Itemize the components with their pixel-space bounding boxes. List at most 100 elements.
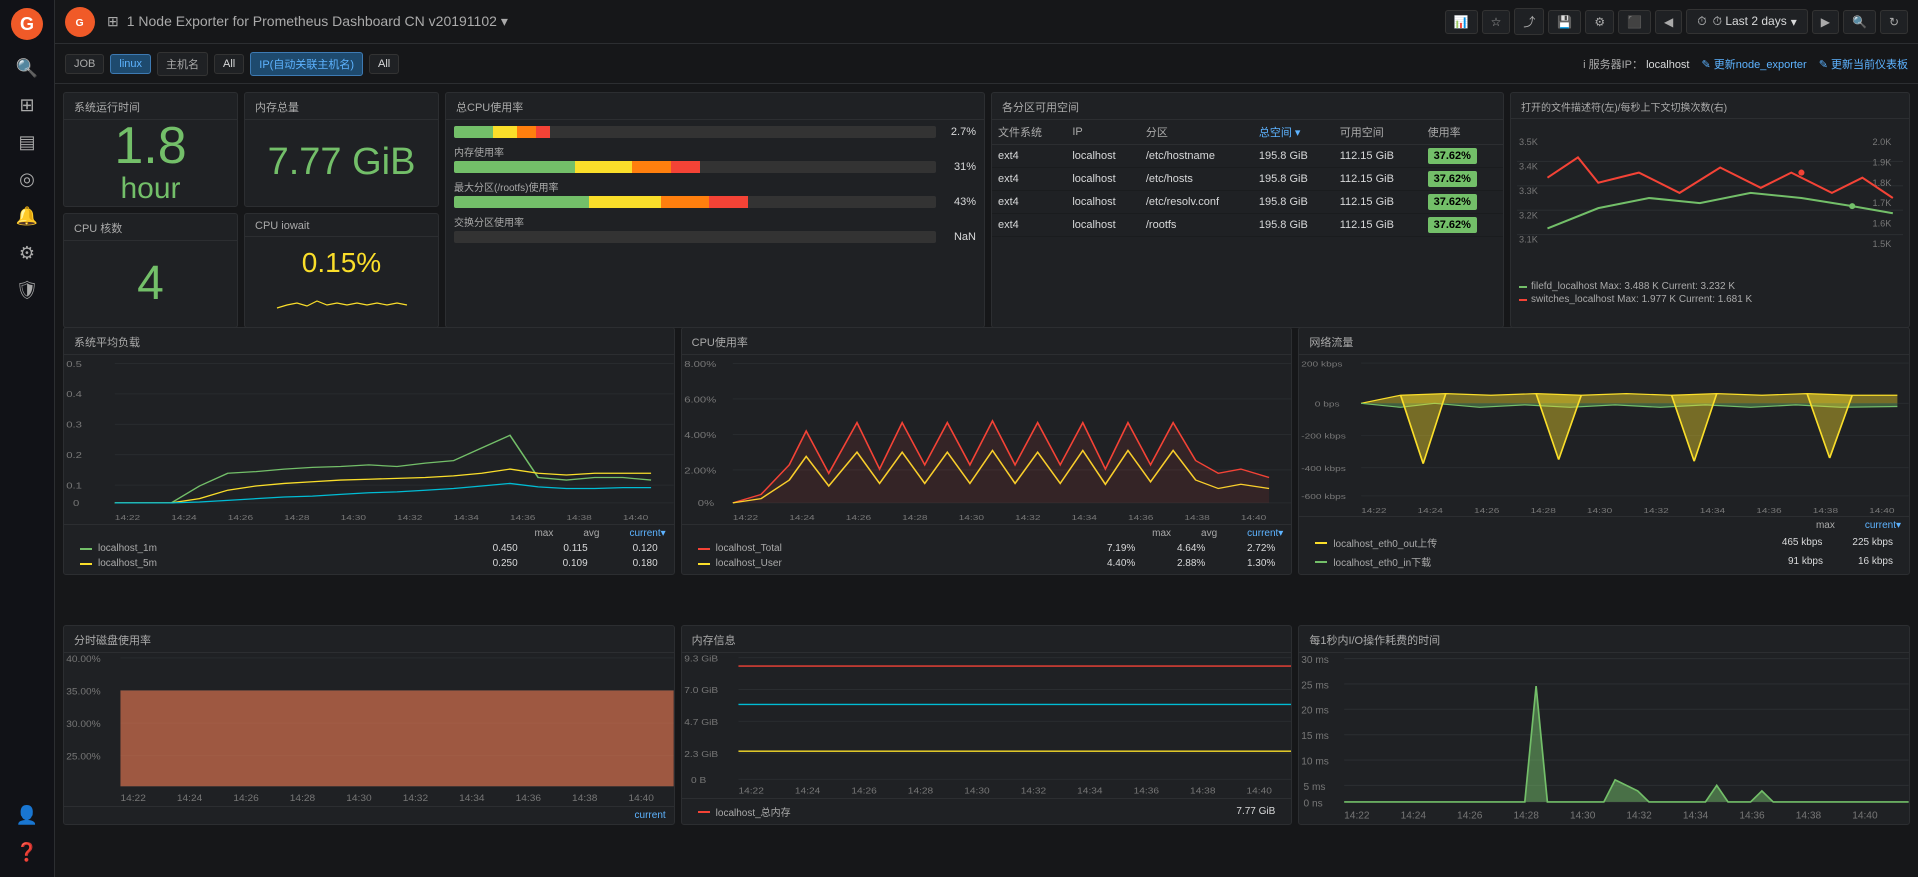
sidebar-search[interactable]: 🔍 — [7, 52, 47, 85]
search-button[interactable]: 🔍 — [1843, 10, 1876, 34]
memory-usage-label: 内存使用率 — [454, 144, 976, 159]
node-exporter-link[interactable]: ✎ 更新node_exporter — [1702, 56, 1807, 72]
svg-text:7.0 GiB: 7.0 GiB — [684, 686, 718, 695]
sidebar-home[interactable]: ⊞ — [7, 89, 47, 122]
memory-info-panel: 内存信息 9.3 GiB 7.0 GiB 4.7 GiB 2.3 GiB 0 B… — [681, 625, 1293, 825]
svg-text:2.0K: 2.0K — [1873, 137, 1892, 147]
svg-text:0.1: 0.1 — [66, 482, 82, 491]
svg-text:14:30: 14:30 — [1587, 506, 1613, 514]
svg-text:14:38: 14:38 — [1190, 786, 1215, 795]
settings-button[interactable]: ⚙ — [1585, 10, 1614, 34]
back-time-button[interactable]: ◀ — [1655, 10, 1682, 34]
server-ip-value: localhost — [1646, 59, 1689, 71]
table-row: ext4localhost/etc/hostname195.8 GiB112.1… — [992, 145, 1503, 168]
job-select[interactable]: linux — [110, 54, 151, 74]
svg-text:14:40: 14:40 — [1853, 811, 1879, 822]
sidebar-shield[interactable]: 🛡 — [7, 274, 47, 307]
svg-text:14:34: 14:34 — [1071, 513, 1096, 521]
col-total[interactable]: 总空间 ▾ — [1253, 120, 1334, 145]
time-range-button[interactable]: ⏱ ⏱ Last 2 days ▾ — [1686, 9, 1807, 34]
svg-text:40.00%: 40.00% — [66, 654, 101, 664]
svg-text:0.4: 0.4 — [66, 390, 82, 399]
file-descriptors-title: 打开的文件描述符(左)/每秒上下文切换次数(右) — [1511, 93, 1909, 119]
svg-text:G: G — [76, 16, 84, 28]
sidebar-explore[interactable]: ◎ — [7, 163, 47, 196]
refresh-button[interactable]: ↻ — [1880, 10, 1908, 34]
add-panel-button[interactable]: 📊 — [1445, 10, 1478, 34]
svg-text:14:34: 14:34 — [1700, 506, 1726, 514]
col2-group: 内存总量 7.77 GiB CPU iowait 0.15% — [244, 92, 439, 328]
disk-title: 分时磁盘使用率 — [64, 626, 674, 653]
sidebar-help[interactable]: ❓ — [7, 836, 47, 869]
svg-text:35.00%: 35.00% — [66, 687, 101, 697]
svg-text:14:36: 14:36 — [510, 513, 535, 521]
svg-text:14:28: 14:28 — [290, 794, 315, 804]
svg-text:14:24: 14:24 — [1418, 506, 1444, 514]
series-upload: localhost_eth0_out上传 465 kbps 225 kbps — [1307, 533, 1901, 552]
io-time-panel: 每1秒内I/O操作耗费的时间 30 ms 25 ms 20 ms 15 ms 1… — [1298, 625, 1910, 825]
svg-text:14:30: 14:30 — [964, 786, 989, 795]
svg-text:14:26: 14:26 — [1474, 506, 1500, 514]
svg-text:3.2K: 3.2K — [1519, 210, 1538, 220]
share-button[interactable]: ⤴ — [1514, 8, 1544, 35]
svg-text:14:36: 14:36 — [1740, 811, 1766, 822]
svg-text:14:26: 14:26 — [228, 513, 253, 521]
col-available[interactable]: 可用空间 — [1334, 120, 1422, 145]
network-title: 网络流量 — [1299, 328, 1909, 355]
memory-bar — [454, 161, 936, 173]
svg-text:2.3 GiB: 2.3 GiB — [684, 750, 718, 759]
svg-text:14:26: 14:26 — [851, 786, 876, 795]
hostname-select[interactable]: All — [214, 54, 244, 74]
file-descriptors-panel: 打开的文件描述符(左)/每秒上下文切换次数(右) 3.5K 3.4K 3.3K … — [1510, 92, 1910, 328]
col-ip[interactable]: IP — [1066, 120, 1140, 145]
memory-usage-value: 31% — [940, 161, 976, 173]
svg-text:14:36: 14:36 — [516, 794, 541, 804]
svg-text:4.00%: 4.00% — [684, 431, 716, 440]
svg-text:-400 kbps: -400 kbps — [1302, 464, 1347, 472]
svg-text:14:32: 14:32 — [1015, 513, 1040, 521]
svg-text:14:34: 14:34 — [459, 794, 485, 804]
save-button[interactable]: 💾 — [1548, 10, 1581, 34]
star-button[interactable]: ☆ — [1482, 10, 1511, 34]
svg-text:14:40: 14:40 — [1241, 513, 1266, 521]
swap-bar — [454, 231, 936, 243]
svg-text:14:26: 14:26 — [1457, 811, 1483, 822]
uptime-title: 系统运行时间 — [64, 93, 237, 120]
grafana-logo: G — [65, 7, 95, 37]
svg-text:14:30: 14:30 — [341, 513, 366, 521]
svg-text:14:28: 14:28 — [1514, 811, 1540, 822]
svg-text:14:40: 14:40 — [623, 513, 648, 521]
partition-bar — [454, 196, 936, 208]
svg-text:14:28: 14:28 — [284, 513, 309, 521]
topbar-actions: 📊 ☆ ⤴ 💾 ⚙ ⬛ ◀ ⏱ ⏱ Last 2 days ▾ ▶ 🔍 ↻ — [1445, 8, 1908, 35]
svg-text:14:38: 14:38 — [572, 794, 597, 804]
usage-badge: 37.62% — [1428, 194, 1477, 210]
sidebar-dashboards[interactable]: ▤ — [7, 126, 47, 159]
col-partition[interactable]: 分区 — [1140, 120, 1253, 145]
ip-label-select[interactable]: IP(自动关联主机名) — [250, 52, 363, 76]
network-panel: 网络流量 200 kbps 0 bps -200 kbps -400 kbps … — [1298, 327, 1910, 575]
sidebar-config[interactable]: ⚙ — [7, 237, 47, 270]
dashboard-link[interactable]: ✎ 更新当前仪表板 — [1819, 56, 1908, 72]
svg-text:14:22: 14:22 — [1361, 506, 1387, 514]
col-filesystem[interactable]: 文件系统 — [992, 120, 1066, 145]
svg-text:14:32: 14:32 — [1627, 811, 1653, 822]
memory-info-title: 内存信息 — [682, 626, 1292, 653]
title-dropdown[interactable]: ▾ — [501, 13, 508, 29]
svg-text:14:28: 14:28 — [907, 786, 932, 795]
tv-button[interactable]: ⬛ — [1618, 10, 1651, 34]
svg-text:10 ms: 10 ms — [1302, 757, 1330, 768]
svg-text:6.00%: 6.00% — [684, 396, 716, 405]
sidebar-user[interactable]: 👤 — [7, 799, 47, 832]
svg-text:14:24: 14:24 — [795, 786, 820, 795]
ip-select[interactable]: All — [369, 54, 399, 74]
table-row: ext4localhost/rootfs195.8 GiB112.15 GiB3… — [992, 214, 1503, 237]
forward-time-button[interactable]: ▶ — [1812, 10, 1839, 34]
partition-usage-gauge: 最大分区(/rootfs)使用率 43% — [454, 179, 976, 208]
cpu-rate-panel: CPU使用率 8.00% 6.00% 4.00% 2.00% 0% 14:22 … — [681, 327, 1293, 575]
col-usage[interactable]: 使用率 — [1422, 120, 1503, 145]
svg-text:8.00%: 8.00% — [684, 360, 716, 369]
dashboard: 系统运行时间 1.8 hour CPU 核数 4 内存总量 7.77 GiB C… — [55, 84, 1918, 877]
svg-text:25 ms: 25 ms — [1302, 680, 1330, 691]
sidebar-alerting[interactable]: 🔔 — [7, 200, 47, 233]
